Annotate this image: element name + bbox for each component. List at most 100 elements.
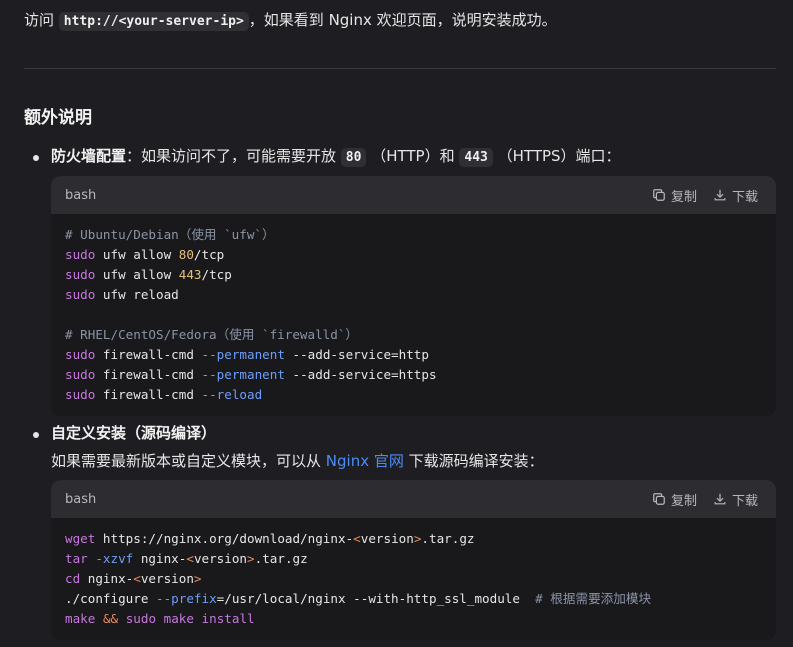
firewall-title: 防火墙配置 <box>51 147 127 165</box>
firewall-list-item: 防火墙配置：如果访问不了，可能需要开放 80 （HTTP）和 443 （HTTP… <box>51 145 621 169</box>
port-443-code: 443 <box>459 148 493 167</box>
code-token: sudo <box>65 347 96 362</box>
code-token: > <box>247 551 255 566</box>
code-line: sudo ufw reload <box>65 285 762 305</box>
code-token: ufw allow <box>95 247 179 262</box>
code-line: # Ubuntu/Debian（使用 `ufw`） <box>65 225 762 245</box>
code-token: =/usr/local/nginx --with-http_ssl_module <box>216 591 536 606</box>
code-token: /tcp <box>201 267 232 282</box>
firewall-text-http: （HTTP）和 <box>366 147 460 165</box>
code-token: && <box>102 611 119 626</box>
code-token: nginx- <box>133 551 187 566</box>
code-token: /tcp <box>193 247 225 262</box>
code-token: version <box>140 571 194 586</box>
code-token: < <box>353 531 361 546</box>
code-token: nginx- <box>80 571 134 586</box>
code-token: .tar.gz <box>421 531 475 546</box>
custom-install-title: 自定义安装（源码编译） <box>51 424 217 442</box>
nginx-site-link[interactable]: Nginx 官网 <box>326 452 404 470</box>
code-content[interactable]: wget https://nginx.org/download/nginx-<v… <box>51 518 776 640</box>
code-token: # Ubuntu/Debian（使用 `ufw`） <box>65 227 275 242</box>
code-token: sudo <box>65 287 96 302</box>
section-title: 额外说明 <box>24 108 92 128</box>
code-token: -xzvf <box>95 551 134 566</box>
firewall-text: ：如果访问不了，可能需要开放 <box>126 147 341 165</box>
code-language: bash <box>65 491 97 507</box>
code-token: .tar.gz <box>254 551 308 566</box>
code-line: ./configure --prefix=/usr/local/nginx --… <box>65 589 762 609</box>
download-icon <box>714 189 726 201</box>
copy-icon <box>653 493 665 505</box>
download-label: 下载 <box>731 189 758 205</box>
intro-prefix: 访问 <box>24 11 59 29</box>
code-token: --prefix <box>156 591 217 606</box>
firewall-text-https: （HTTPS）端口： <box>492 147 621 165</box>
code-token: sudo <box>65 367 96 382</box>
code-token: ufw reload <box>95 287 179 302</box>
code-token: firewall-cmd <box>95 367 202 382</box>
copy-button[interactable]: 复制 <box>652 186 697 205</box>
bullet-icon <box>33 155 39 161</box>
divider <box>24 68 776 69</box>
server-url-code: http://<your-server-ip> <box>58 12 249 31</box>
download-icon <box>714 493 726 505</box>
code-token: wget <box>65 531 96 546</box>
code-token: < <box>133 571 141 586</box>
bullet-icon <box>33 432 39 438</box>
code-token: sudo <box>65 387 96 402</box>
code-token: ./configure <box>65 591 156 606</box>
code-token: make install <box>156 611 255 626</box>
code-token: --add-service=http <box>284 347 429 362</box>
copy-label: 复制 <box>670 189 697 205</box>
code-block-firewall: bash 复制 下载 # Ubuntu/Debian（使用 `ufw`） sudo… <box>51 176 776 416</box>
code-token: sudo <box>65 267 96 282</box>
code-content[interactable]: # Ubuntu/Debian（使用 `ufw`） sudo ufw allow … <box>51 214 776 416</box>
code-token: --reload <box>201 387 263 402</box>
code-token: ufw allow <box>95 267 179 282</box>
code-line: sudo ufw allow 80/tcp <box>65 245 762 265</box>
code-line: tar -xzvf nginx-<version>.tar.gz <box>65 549 762 569</box>
code-token: sudo <box>65 247 96 262</box>
code-line: # RHEL/CentOS/Fedora（使用 `firewalld`） <box>65 325 762 345</box>
copy-button[interactable]: 复制 <box>652 490 697 509</box>
code-language: bash <box>65 187 97 203</box>
code-token: 80 <box>178 247 194 262</box>
code-token: cd <box>65 571 81 586</box>
code-token: https://nginx.org/download/nginx- <box>95 531 354 546</box>
code-line: sudo firewall-cmd --permanent --add-serv… <box>65 345 762 365</box>
custom-install-item: 自定义安装（源码编译） <box>51 422 216 444</box>
code-token: # RHEL/CentOS/Fedora（使用 `firewalld`） <box>65 327 359 342</box>
code-line: make && sudo make install <box>65 609 762 629</box>
download-button[interactable]: 下载 <box>713 186 758 205</box>
code-token: --add-service=https <box>284 367 437 382</box>
code-token: firewall-cmd <box>95 387 202 402</box>
custom-install-desc: 如果需要最新版本或自定义模块，可以从 Nginx 官网 下载源码编译安装： <box>51 450 544 472</box>
code-line: cd nginx-<version> <box>65 569 762 589</box>
download-button[interactable]: 下载 <box>713 490 758 509</box>
code-token: --permanent <box>201 347 285 362</box>
code-line: sudo ufw allow 443/tcp <box>65 265 762 285</box>
code-token: < <box>186 551 194 566</box>
code-token: version <box>360 531 414 546</box>
desc-suffix: 下载源码编译安装： <box>403 452 544 470</box>
code-token: --permanent <box>201 367 285 382</box>
code-token: # 根据需要添加模块 <box>535 591 652 606</box>
code-token: version <box>193 551 248 566</box>
port-80-code: 80 <box>340 148 367 167</box>
code-line: sudo firewall-cmd --reload <box>65 385 762 405</box>
desc-prefix: 如果需要最新版本或自定义模块，可以从 <box>51 452 326 470</box>
code-token: firewall-cmd <box>95 347 202 362</box>
code-block-source-build: bash 复制 下载 wget https://nginx.org/downlo… <box>51 480 776 640</box>
intro-suffix: ，如果看到 Nginx 欢迎页面，说明安装成功。 <box>248 11 557 29</box>
code-token: > <box>193 571 202 586</box>
copy-icon <box>653 189 665 201</box>
code-line: sudo firewall-cmd --permanent --add-serv… <box>65 365 762 385</box>
code-header: bash 复制 下载 <box>51 480 776 518</box>
code-token: sudo <box>125 611 157 626</box>
code-token: make <box>65 611 96 626</box>
code-header: bash 复制 下载 <box>51 176 776 214</box>
code-token: 443 <box>178 267 202 282</box>
intro-paragraph: 访问 http://<your-server-ip> ，如果看到 Nginx 欢迎… <box>24 9 557 33</box>
